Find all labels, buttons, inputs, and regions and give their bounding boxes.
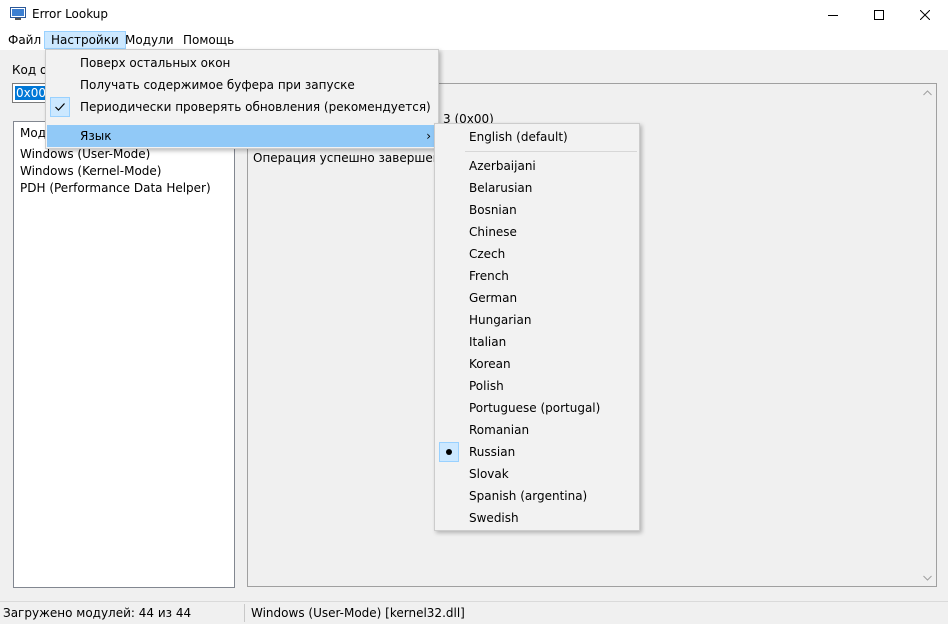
- menu-bar: Файл Настройки Модули Помощь: [0, 30, 948, 50]
- language-item-french[interactable]: French: [436, 265, 638, 287]
- language-item-czech[interactable]: Czech: [436, 243, 638, 265]
- language-item-label: Korean: [469, 357, 511, 371]
- menu-item-label: Поверх остальных окон: [80, 56, 231, 70]
- list-item[interactable]: Windows (Kernel-Mode): [20, 164, 161, 178]
- error-lookup-window: Error Lookup Файл Настройки Модули Помощ…: [0, 0, 948, 624]
- language-item-label: German: [469, 291, 518, 305]
- close-button[interactable]: [902, 0, 948, 30]
- monitor-icon: [10, 7, 26, 20]
- language-item-portuguese-portugal[interactable]: Portuguese (portugal): [436, 397, 638, 419]
- language-item-label: Swedish: [469, 511, 519, 525]
- language-item-label: Bosnian: [469, 203, 517, 217]
- menu-settings[interactable]: Настройки: [44, 31, 126, 49]
- language-item-label: Czech: [469, 247, 506, 261]
- language-item-german[interactable]: German: [436, 287, 638, 309]
- status-current-module: Windows (User-Mode) [kernel32.dll]: [251, 606, 465, 620]
- language-item-hungarian[interactable]: Hungarian: [436, 309, 638, 331]
- menu-item-check-updates[interactable]: Периодически проверять обновления (реком…: [47, 96, 437, 118]
- language-item-azerbaijani[interactable]: Azerbaijani: [436, 155, 638, 177]
- language-submenu: English (default) Azerbaijani Belarusian B…: [434, 123, 640, 531]
- menu-separator: [465, 151, 637, 152]
- window-title: Error Lookup: [32, 7, 109, 21]
- modules-list[interactable]: Моду Windows (User-Mode) Windows (Kernel…: [13, 121, 235, 588]
- error-code-value: 0x000: [15, 86, 47, 100]
- language-item-label: Portuguese (portugal): [469, 401, 601, 415]
- language-item-slovak[interactable]: Slovak: [436, 463, 638, 485]
- status-bar: Загружено модулей: 44 из 44 Windows (Use…: [0, 601, 948, 624]
- language-item-chinese[interactable]: Chinese: [436, 221, 638, 243]
- maximize-button[interactable]: [856, 0, 902, 30]
- checkmark-icon: [55, 103, 65, 111]
- language-item-label: Chinese: [469, 225, 517, 239]
- language-item-label: Slovak: [469, 467, 509, 481]
- language-item-label: Russian: [469, 445, 516, 459]
- language-item-label: Romanian: [469, 423, 530, 437]
- language-item-label: Hungarian: [469, 313, 532, 327]
- menu-item-read-clipboard[interactable]: Получать содержимое буфера при запуске: [47, 74, 437, 96]
- check-indicator: [50, 97, 70, 117]
- radio-bullet-icon: [446, 449, 452, 455]
- title-bar: Error Lookup: [0, 0, 948, 30]
- list-item[interactable]: PDH (Performance Data Helper): [20, 181, 211, 195]
- menu-item-language[interactable]: Язык ›: [47, 125, 437, 147]
- language-item-italian[interactable]: Italian: [436, 331, 638, 353]
- menu-file[interactable]: Файл: [2, 31, 47, 49]
- menu-item-label: Язык: [80, 129, 112, 143]
- language-item-russian[interactable]: Russian: [436, 441, 638, 463]
- language-item-spanish-argentina[interactable]: Spanish (argentina): [436, 485, 638, 507]
- status-modules-loaded: Загружено модулей: 44 из 44: [3, 606, 192, 620]
- chevron-right-icon: ›: [426, 129, 431, 143]
- menu-item-label: Получать содержимое буфера при запуске: [80, 78, 355, 92]
- settings-menu: Поверх остальных окон Получать содержимо…: [45, 49, 439, 149]
- menu-item-always-on-top[interactable]: Поверх остальных окон: [47, 52, 437, 74]
- scroll-up-button[interactable]: [919, 84, 936, 101]
- language-item-belarusian[interactable]: Belarusian: [436, 177, 638, 199]
- error-code-input[interactable]: 0x000: [12, 83, 48, 103]
- language-item-label: Spanish (argentina): [469, 489, 588, 503]
- menu-item-label: Периодически проверять обновления (реком…: [80, 100, 431, 114]
- chevron-down-icon: [923, 575, 932, 581]
- language-item-bosnian[interactable]: Bosnian: [436, 199, 638, 221]
- language-item-english[interactable]: English (default): [436, 126, 638, 148]
- result-message: Операция успешно завершена.: [253, 151, 452, 165]
- minimize-button[interactable]: [810, 0, 856, 30]
- language-item-label: English (default): [469, 130, 568, 144]
- language-item-label: Italian: [469, 335, 507, 349]
- language-item-swedish[interactable]: Swedish: [436, 507, 638, 529]
- language-item-korean[interactable]: Korean: [436, 353, 638, 375]
- chevron-up-icon: [923, 89, 932, 95]
- status-divider: [244, 604, 245, 622]
- selected-indicator: [439, 442, 459, 462]
- language-item-romanian[interactable]: Romanian: [436, 419, 638, 441]
- minimize-icon: [828, 15, 838, 16]
- maximize-icon: [874, 10, 884, 20]
- list-item[interactable]: Windows (User-Mode): [20, 147, 150, 161]
- language-item-label: Polish: [469, 379, 504, 393]
- language-item-label: Azerbaijani: [469, 159, 536, 173]
- language-item-label: Belarusian: [469, 181, 533, 195]
- result-scrollbar[interactable]: [919, 84, 936, 586]
- menu-help[interactable]: Помощь: [177, 31, 240, 49]
- close-icon: [920, 10, 930, 20]
- scroll-down-button[interactable]: [919, 569, 936, 586]
- menu-modules[interactable]: Модули: [119, 31, 180, 49]
- language-item-polish[interactable]: Polish: [436, 375, 638, 397]
- language-item-label: French: [469, 269, 509, 283]
